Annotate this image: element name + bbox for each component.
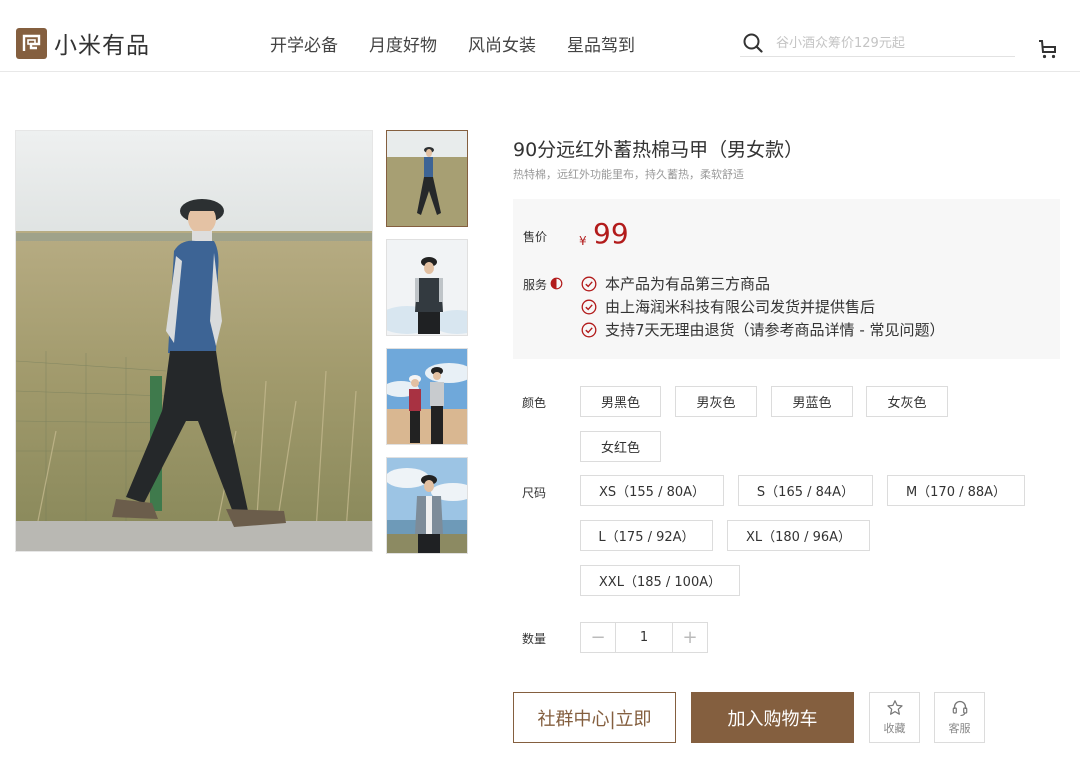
color-option-mens-blue[interactable]: 男蓝色	[771, 386, 853, 417]
search-icon[interactable]	[742, 32, 764, 54]
service-item: 本产品为有品第三方商品	[581, 272, 945, 295]
quantity-label: 数量	[522, 632, 547, 646]
nav-item-back-to-school[interactable]: 开学必备	[270, 31, 338, 56]
check-circle-icon	[581, 322, 597, 337]
cart-icon[interactable]	[1037, 38, 1059, 60]
size-option-xxl[interactable]: XXL（185 / 100A）	[580, 565, 740, 596]
headset-icon	[952, 700, 967, 717]
thumbnail-3[interactable]	[386, 348, 468, 445]
price-label: 售价	[523, 230, 548, 244]
quantity-stepper: − 1 +	[580, 622, 708, 653]
quantity-decrease-button[interactable]: −	[581, 623, 615, 652]
price-value: 99	[593, 217, 629, 250]
thumbnail-list	[386, 130, 468, 566]
customer-service-button[interactable]: 客服	[934, 692, 985, 743]
size-option-xl[interactable]: XL（180 / 96A）	[727, 520, 870, 551]
nav-item-monthly-picks[interactable]: 月度好物	[369, 31, 437, 56]
favorite-button[interactable]: 收藏	[869, 692, 920, 743]
service-item: 支持7天无理由退货（请参考商品详情 - 常见问题）	[581, 318, 945, 341]
star-icon	[886, 700, 903, 715]
price-service-panel: 售价 ¥ 99 服务 本产品为有品第三方商品 由上海润米科技有限公司发货并提供售…	[513, 199, 1060, 359]
search-bar	[740, 30, 1015, 57]
size-option-xs[interactable]: XS（155 / 80A）	[580, 475, 724, 506]
color-option-mens-gray[interactable]: 男灰色	[675, 386, 757, 417]
color-option-womens-red[interactable]: 女红色	[580, 431, 661, 462]
check-circle-icon	[581, 276, 597, 291]
service-label: 服务	[523, 278, 548, 292]
service-text: 本产品为有品第三方商品	[605, 275, 771, 293]
logo-text: 小米有品	[54, 33, 150, 59]
color-label: 颜色	[522, 396, 547, 410]
color-option-mens-black[interactable]: 男黑色	[580, 386, 661, 417]
service-item: 由上海润米科技有限公司发货并提供售后	[581, 295, 945, 318]
main-nav: 开学必备 月度好物 风尚女装 星品驾到	[270, 31, 666, 56]
quantity-increase-button[interactable]: +	[673, 623, 707, 652]
size-option-s[interactable]: S（165 / 84A）	[738, 475, 873, 506]
thumbnail-1[interactable]	[386, 130, 468, 227]
size-option-l[interactable]: L（175 / 92A）	[580, 520, 713, 551]
service-text: 支持7天无理由退货（请参考商品详情 - 常见问题）	[605, 321, 945, 339]
top-header: 小米有品 开学必备 月度好物 风尚女装 星品驾到	[0, 0, 1080, 72]
nav-item-star-products[interactable]: 星品驾到	[567, 31, 635, 56]
size-label: 尺码	[522, 486, 547, 500]
color-option-womens-gray[interactable]: 女灰色	[866, 386, 948, 417]
search-input[interactable]	[776, 35, 1006, 51]
main-product-image[interactable]	[15, 130, 373, 552]
add-to-cart-button[interactable]: 加入购物车	[691, 692, 854, 743]
nav-item-womens-fashion[interactable]: 风尚女装	[468, 31, 536, 56]
check-circle-icon	[581, 299, 597, 314]
service-list: 本产品为有品第三方商品 由上海润米科技有限公司发货并提供售后 支持7天无理由退货…	[581, 272, 945, 341]
quantity-value[interactable]: 1	[615, 623, 673, 652]
favorite-label: 收藏	[883, 722, 906, 735]
thumbnail-2[interactable]	[386, 239, 468, 336]
logo[interactable]: 小米有品	[16, 26, 150, 60]
thumbnail-4[interactable]	[386, 457, 468, 554]
service-info-icon[interactable]	[550, 277, 563, 290]
logo-mark-icon	[16, 27, 47, 59]
product-title: 90分远红外蓄热棉马甲（男女款）	[513, 139, 804, 161]
price-currency: ¥	[579, 234, 587, 248]
product-subtitle: 热特棉，远红外功能里布，持久蓄热，柔软舒适	[513, 168, 744, 181]
customer-service-label: 客服	[948, 722, 971, 735]
size-option-m[interactable]: M（170 / 88A）	[887, 475, 1025, 506]
community-center-button[interactable]: 社群中心|立即	[513, 692, 676, 743]
service-text: 由上海润米科技有限公司发货并提供售后	[605, 298, 876, 316]
